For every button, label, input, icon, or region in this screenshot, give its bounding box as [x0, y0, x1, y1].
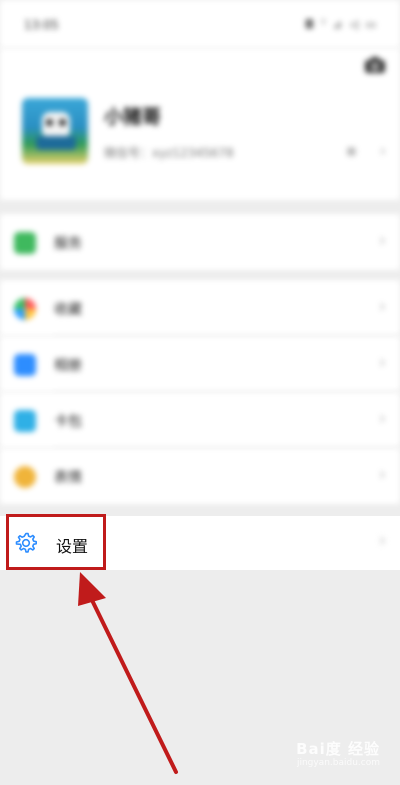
profile-header[interactable]: 小猪哥 微信号：xyz12345678 ⊞ › [0, 48, 400, 200]
cards-icon [14, 410, 36, 432]
menu-item-label: 收藏 [54, 302, 82, 318]
menu-item-label: 服务 [54, 236, 82, 252]
avatar-body [36, 136, 76, 150]
watermark-logo: Bai度 经验 [296, 740, 380, 758]
watermark-url: jingyan.baidu.com [296, 758, 380, 768]
menu-item-favorites[interactable]: 收藏 › [0, 280, 400, 336]
status-indicators: ◘ ᵀ ⊿ ◁ ▭ [305, 18, 378, 31]
profile-wechat-id: 微信号：xyz12345678 [104, 146, 234, 160]
camera-icon[interactable] [364, 56, 386, 74]
avatar-face [42, 112, 70, 136]
menu-item-album[interactable]: 相册 › [0, 336, 400, 392]
album-icon [14, 354, 36, 376]
sticker-icon [14, 466, 36, 488]
profile-name: 小猪哥 [104, 106, 162, 128]
avatar[interactable] [22, 98, 88, 164]
menu-item-cards[interactable]: 卡包 › [0, 392, 400, 448]
menu-item-label: 相册 [54, 358, 82, 374]
menu-item-label: 卡包 [54, 414, 82, 430]
menu-item-stickers[interactable]: 表情 › [0, 448, 400, 504]
chevron-right-icon: › [378, 230, 386, 251]
chevron-right-icon: › [378, 464, 386, 485]
chevron-right-icon: › [378, 408, 386, 429]
wallet-icon [14, 232, 36, 254]
chevron-right-icon: › [379, 141, 386, 160]
chevron-right-icon: › [378, 296, 386, 317]
menu-item-label: 表情 [54, 470, 82, 486]
chevron-right-icon: › [378, 530, 386, 551]
status-bar: 13:05 ◘ ᵀ ⊿ ◁ ▭ [0, 0, 400, 48]
menu-item-services[interactable]: 服务 › [0, 214, 400, 270]
favorites-icon [14, 298, 36, 320]
status-time: 13:05 [24, 18, 59, 32]
qr-code-icon[interactable]: ⊞ [347, 145, 356, 158]
chevron-right-icon: › [378, 352, 386, 373]
highlight-box [6, 514, 106, 570]
